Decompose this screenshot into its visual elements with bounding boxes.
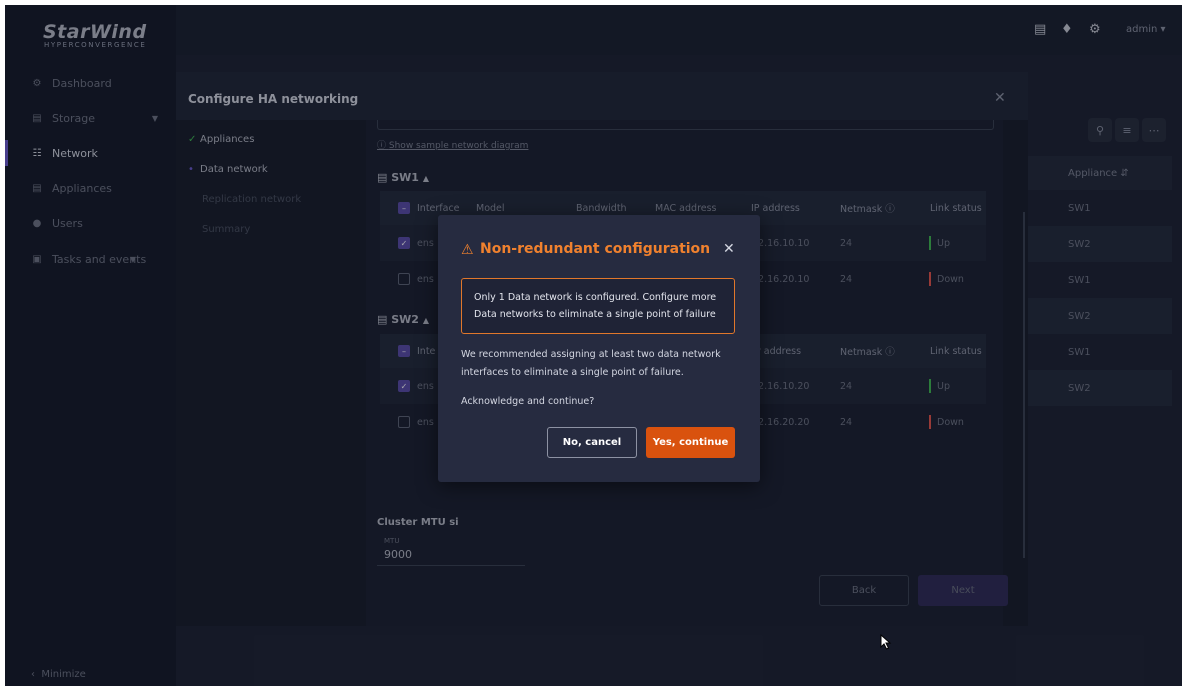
non-redundant-dialog: ⚠ Non-redundant configuration ✕ Only 1 D… bbox=[438, 215, 760, 482]
mouse-cursor-icon bbox=[880, 634, 892, 650]
close-icon[interactable]: ✕ bbox=[723, 241, 735, 257]
cancel-button[interactable]: No, cancel bbox=[547, 427, 637, 458]
dialog-title: Non-redundant configuration bbox=[480, 241, 711, 257]
dialog-question: Acknowledge and continue? bbox=[461, 396, 595, 407]
warning-alert: Only 1 Data network is configured. Confi… bbox=[461, 278, 735, 334]
warning-icon: ⚠ bbox=[461, 242, 474, 258]
app-window: StarWind HYPERCONVERGENCE ⚙ Dashboard ▤ … bbox=[5, 5, 1182, 686]
dialog-body: We recommended assigning at least two da… bbox=[461, 349, 721, 378]
continue-button[interactable]: Yes, continue bbox=[646, 427, 735, 458]
